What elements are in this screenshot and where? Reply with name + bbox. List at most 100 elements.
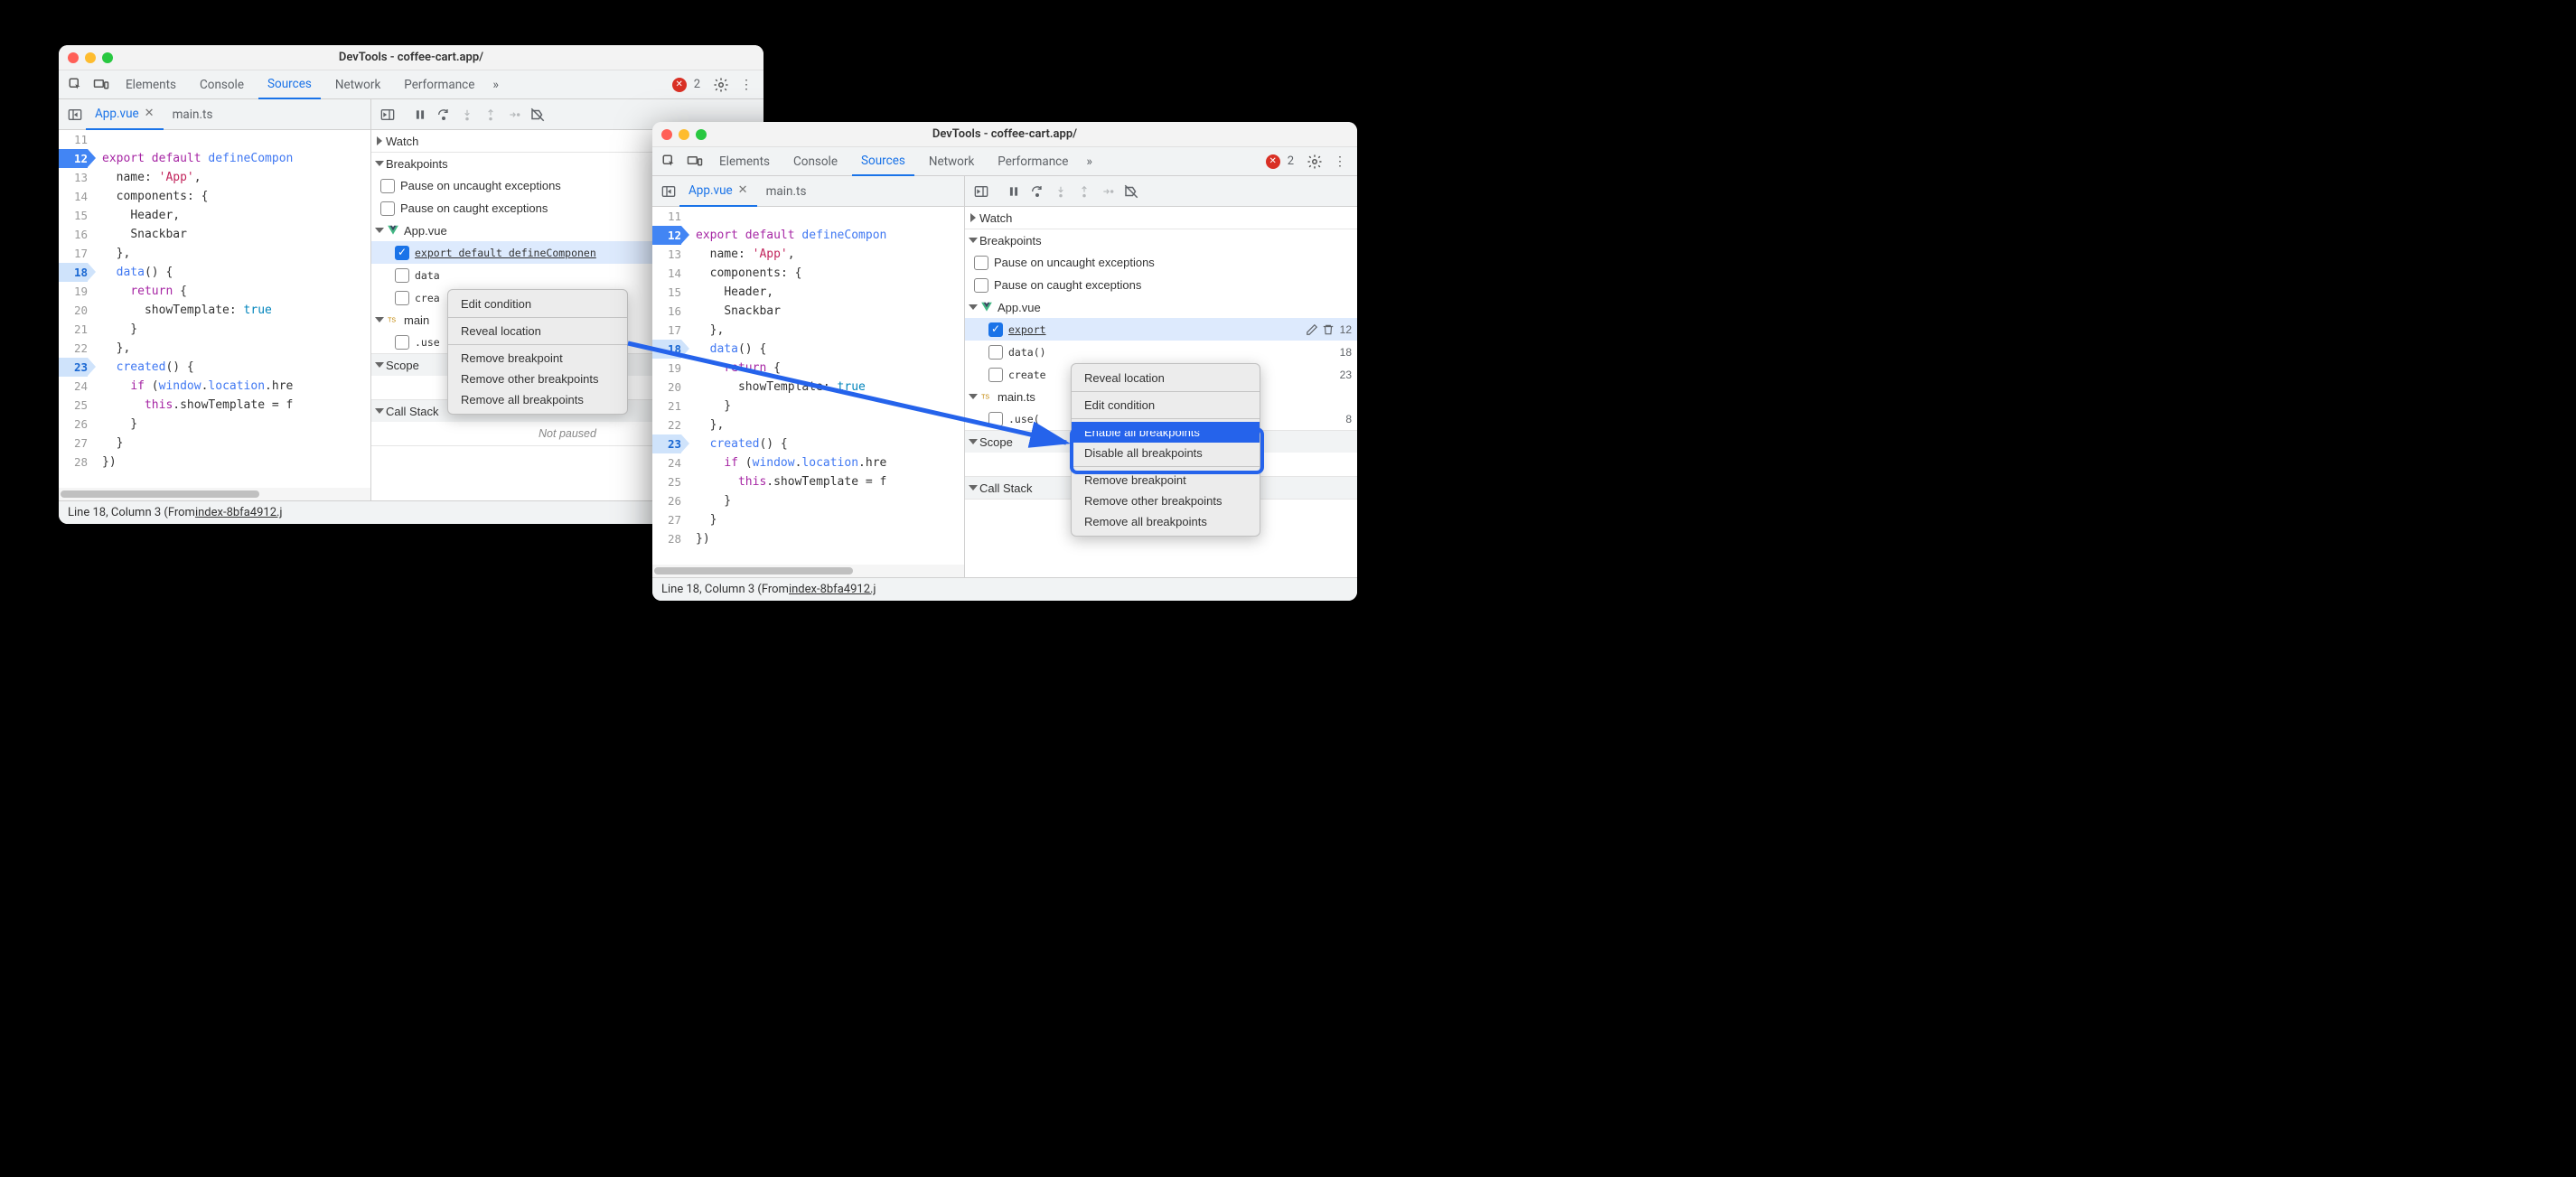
- gutter[interactable]: 111213141516171819202122232425262728: [652, 207, 687, 577]
- file-tab-maints[interactable]: main.ts: [757, 176, 816, 207]
- pause-uncaught-checkbox[interactable]: Pause on uncaught exceptions: [965, 251, 1357, 274]
- checkbox-icon[interactable]: [988, 345, 1003, 360]
- chevron-down-icon: [969, 485, 978, 490]
- kebab-icon[interactable]: ⋮: [1330, 152, 1350, 172]
- ts-file-icon: TS: [386, 313, 400, 327]
- ctx-edit-condition[interactable]: Edit condition: [1072, 395, 1260, 416]
- checkbox-icon[interactable]: [395, 268, 409, 283]
- edit-icon[interactable]: [1306, 323, 1318, 336]
- bp-item[interactable]: data() 18: [965, 341, 1357, 363]
- ctx-reveal-location[interactable]: Reveal location: [448, 321, 627, 341]
- checkbox-icon[interactable]: [974, 278, 988, 293]
- checkbox-icon[interactable]: [395, 335, 409, 350]
- file-tab-label: main.ts: [173, 107, 213, 122]
- pause-icon[interactable]: [409, 104, 431, 126]
- tab-performance[interactable]: Performance: [988, 147, 1077, 176]
- ctx-edit-condition[interactable]: Edit condition: [448, 294, 627, 314]
- step-into-icon: [456, 104, 478, 126]
- gutter[interactable]: 111213141516171819202122232425262728: [59, 130, 93, 500]
- error-icon[interactable]: ✕: [1266, 154, 1280, 169]
- status-cursor: Line 18, Column 3 (From: [661, 583, 789, 596]
- breakpoints-section[interactable]: Breakpoints: [965, 229, 1357, 251]
- tabs-overflow-icon[interactable]: »: [489, 78, 502, 92]
- close-icon[interactable]: ✕: [145, 107, 155, 120]
- gear-icon[interactable]: [1305, 152, 1325, 172]
- nav-toggle-icon[interactable]: [658, 181, 679, 202]
- tab-network[interactable]: Network: [326, 70, 389, 99]
- code[interactable]: export default defineCompon name: 'App',…: [102, 130, 370, 488]
- inspect-icon[interactable]: [66, 75, 86, 95]
- step-out-icon: [1073, 181, 1095, 202]
- nav-toggle-icon[interactable]: [64, 104, 86, 126]
- ctx-remove-bp[interactable]: Remove breakpoint: [448, 348, 627, 369]
- error-count[interactable]: 2: [694, 78, 700, 91]
- window-title: DevTools - coffee-cart.app/: [68, 51, 754, 64]
- devtools-window-b: DevTools - coffee-cart.app/ Elements Con…: [652, 122, 1357, 601]
- tab-performance[interactable]: Performance: [395, 70, 483, 99]
- bp-line-number: 12: [1335, 323, 1352, 336]
- pause-uncaught-label: Pause on uncaught exceptions: [400, 179, 561, 192]
- tab-network[interactable]: Network: [920, 147, 983, 176]
- file-tab-appvue[interactable]: App.vue ✕: [679, 176, 757, 207]
- tab-sources[interactable]: Sources: [852, 147, 914, 176]
- callstack-label: Call Stack: [979, 481, 1033, 495]
- ctx-remove-other-bp[interactable]: Remove other breakpoints: [448, 369, 627, 389]
- ctx-enable-all-bp[interactable]: Enable all breakpoints: [1072, 422, 1260, 443]
- tab-console[interactable]: Console: [784, 147, 847, 176]
- checkbox-icon[interactable]: [974, 256, 988, 270]
- step-over-icon[interactable]: [1026, 181, 1048, 202]
- tabs-overflow-icon[interactable]: »: [1082, 154, 1096, 169]
- bp-item[interactable]: export 12: [965, 318, 1357, 341]
- file-tab-appvue[interactable]: App.vue ✕: [86, 99, 164, 130]
- tab-elements[interactable]: Elements: [710, 147, 779, 176]
- checkbox-icon[interactable]: [988, 412, 1003, 426]
- inspect-icon[interactable]: [660, 152, 679, 172]
- hscrollbar[interactable]: [652, 565, 964, 577]
- ctx-reveal-location[interactable]: Reveal location: [1072, 368, 1260, 388]
- watch-section[interactable]: Watch: [965, 207, 1357, 229]
- tab-elements[interactable]: Elements: [117, 70, 185, 99]
- tab-sources[interactable]: Sources: [258, 70, 321, 99]
- status-file-link[interactable]: index-8bfa4912.j: [195, 506, 283, 519]
- device-icon[interactable]: [685, 152, 705, 172]
- pause-caught-checkbox[interactable]: Pause on caught exceptions: [965, 274, 1357, 296]
- ctx-remove-bp[interactable]: Remove breakpoint: [1072, 470, 1260, 490]
- checkbox-icon[interactable]: [395, 246, 409, 260]
- close-icon[interactable]: ✕: [738, 183, 748, 197]
- tab-console[interactable]: Console: [191, 70, 253, 99]
- deactivate-bp-icon[interactable]: [527, 104, 548, 126]
- step-over-icon[interactable]: [433, 104, 454, 126]
- bp-file-group[interactable]: App.vue: [965, 296, 1357, 318]
- editor-pane[interactable]: 111213141516171819202122232425262728 exp…: [59, 130, 371, 500]
- context-menu: Edit condition Reveal location Remove br…: [447, 289, 628, 415]
- file-tab-maints[interactable]: main.ts: [164, 99, 222, 130]
- code[interactable]: export default defineCompon name: 'App',…: [696, 207, 964, 565]
- bp-line-number: 18: [1335, 346, 1352, 359]
- kebab-icon[interactable]: ⋮: [736, 75, 756, 95]
- step-icon: [503, 104, 525, 126]
- ctx-remove-all-bp[interactable]: Remove all breakpoints: [1072, 511, 1260, 532]
- error-icon[interactable]: ✕: [672, 78, 687, 92]
- checkbox-icon[interactable]: [988, 322, 1003, 337]
- ctx-disable-all-bp[interactable]: Disable all breakpoints: [1072, 443, 1260, 463]
- debug-toggle-icon[interactable]: [970, 181, 992, 202]
- debug-toggle-icon[interactable]: [377, 104, 398, 126]
- device-icon[interactable]: [91, 75, 111, 95]
- checkbox-icon[interactable]: [988, 368, 1003, 382]
- checkbox-icon[interactable]: [380, 201, 395, 216]
- status-file-link[interactable]: index-8bfa4912.j: [789, 583, 876, 596]
- bp-line-number: 8: [1340, 413, 1352, 425]
- pause-icon[interactable]: [1003, 181, 1025, 202]
- ctx-remove-all-bp[interactable]: Remove all breakpoints: [448, 389, 627, 410]
- editor-pane[interactable]: 111213141516171819202122232425262728 exp…: [652, 207, 965, 577]
- gear-icon[interactable]: [711, 75, 731, 95]
- file-tab-label: main.ts: [766, 184, 807, 199]
- ctx-remove-other-bp[interactable]: Remove other breakpoints: [1072, 490, 1260, 511]
- checkbox-icon[interactable]: [380, 179, 395, 193]
- checkbox-icon[interactable]: [395, 291, 409, 305]
- trash-icon[interactable]: [1322, 323, 1335, 336]
- deactivate-bp-icon[interactable]: [1120, 181, 1142, 202]
- chevron-down-icon: [969, 304, 978, 310]
- error-count[interactable]: 2: [1288, 154, 1294, 168]
- hscrollbar[interactable]: [59, 488, 370, 500]
